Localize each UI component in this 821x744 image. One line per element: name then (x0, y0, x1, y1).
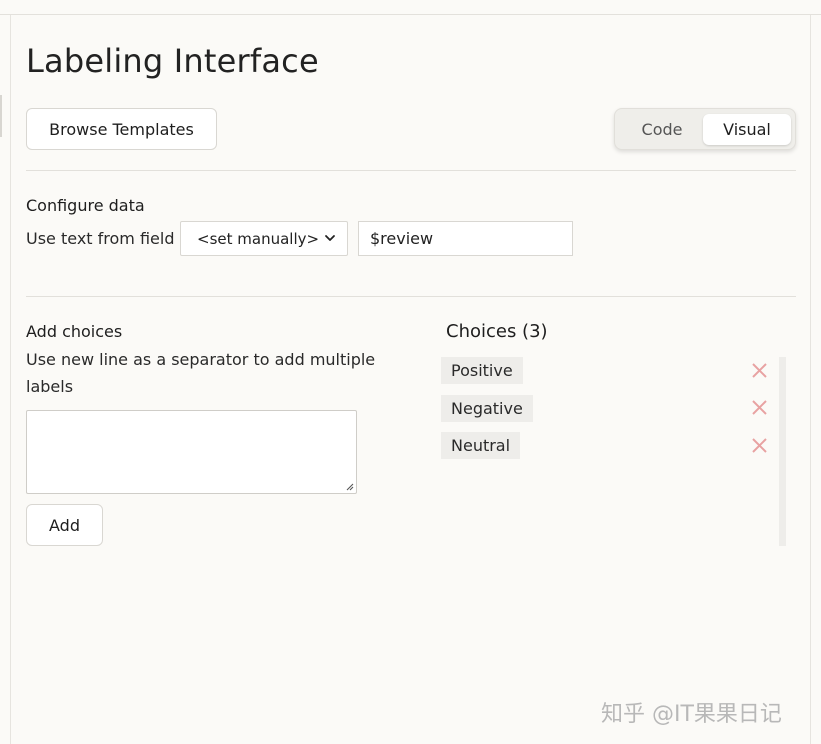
choice-tag-neutral: Neutral (441, 432, 521, 459)
watermark: 知乎 @IT果果日记 (601, 702, 782, 727)
configure-data-title: Configure data (26, 196, 145, 215)
tab-visual[interactable]: Visual (703, 114, 791, 145)
browse-templates-button[interactable]: Browse Templates (26, 108, 217, 150)
choices-title: Choices (3) (446, 321, 548, 342)
field-label: Use text from field (26, 229, 175, 248)
view-toggle: Code Visual (614, 108, 796, 150)
choice-tag-negative: Negative (441, 395, 533, 422)
field-select-value: <set manually> (197, 229, 320, 248)
field-name-input[interactable] (358, 221, 573, 256)
choices-textarea[interactable] (26, 410, 357, 494)
resize-grip-icon[interactable] (345, 482, 354, 491)
add-choices-title: Add choices (26, 322, 123, 341)
field-select[interactable]: <set manually> (180, 221, 348, 256)
tab-code[interactable]: Code (620, 114, 704, 145)
close-icon[interactable] (750, 361, 769, 380)
left-panel-edge (0, 95, 2, 137)
left-divider (10, 15, 11, 744)
chevron-down-icon (325, 235, 335, 241)
choice-tag-positive: Positive (441, 357, 523, 384)
choices-scrollbar[interactable] (779, 357, 786, 546)
right-divider (810, 15, 811, 744)
page-title: Labeling Interface (26, 42, 319, 80)
close-icon[interactable] (750, 436, 769, 455)
section-divider (26, 296, 796, 297)
add-choices-description: Use new line as a separator to add multi… (26, 350, 376, 396)
close-icon[interactable] (750, 398, 769, 417)
add-button[interactable]: Add (26, 504, 103, 546)
section-divider (26, 170, 796, 171)
top-bar (0, 0, 821, 15)
